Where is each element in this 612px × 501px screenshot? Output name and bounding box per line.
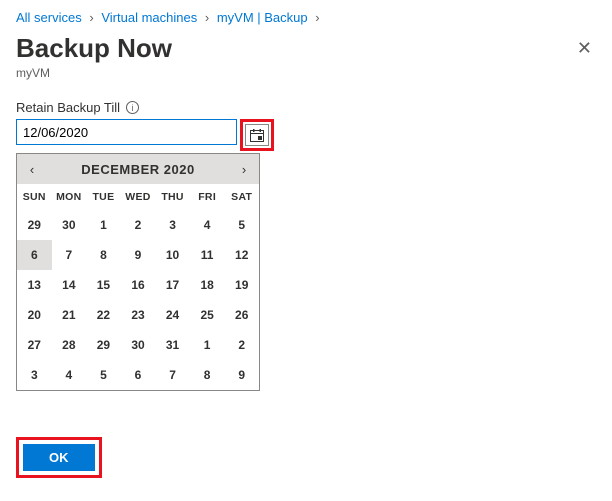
calendar-day[interactable]: 17 <box>155 270 190 300</box>
calendar-day[interactable]: 25 <box>190 300 225 330</box>
calendar-day[interactable]: 31 <box>155 330 190 360</box>
calendar-day[interactable]: 14 <box>52 270 87 300</box>
calendar-day[interactable]: 6 <box>121 360 156 390</box>
chevron-left-icon: ‹ <box>30 162 34 177</box>
calendar-dow-label: TUE <box>86 184 121 210</box>
calendar-day[interactable]: 16 <box>121 270 156 300</box>
breadcrumb-sep: › <box>89 10 93 25</box>
calendar-month-label: DECEMBER 2020 <box>81 162 194 177</box>
calendar-day[interactable]: 8 <box>190 360 225 390</box>
calendar-day[interactable]: 20 <box>17 300 52 330</box>
calendar-day[interactable]: 7 <box>155 360 190 390</box>
breadcrumb-sep: › <box>205 10 209 25</box>
calendar-day[interactable]: 4 <box>52 360 87 390</box>
calendar-day[interactable]: 22 <box>86 300 121 330</box>
highlight-box: OK <box>16 437 102 478</box>
calendar-day[interactable]: 21 <box>52 300 87 330</box>
calendar-day[interactable]: 30 <box>52 210 87 240</box>
calendar-day[interactable]: 4 <box>190 210 225 240</box>
calendar-day[interactable]: 12 <box>224 240 259 270</box>
ok-button[interactable]: OK <box>23 444 95 471</box>
page-title: Backup Now <box>16 33 172 64</box>
calendar-day[interactable]: 30 <box>121 330 156 360</box>
calendar-day[interactable]: 2 <box>121 210 156 240</box>
calendar-day[interactable]: 13 <box>17 270 52 300</box>
close-icon[interactable]: ✕ <box>573 34 596 63</box>
calendar-icon <box>250 129 264 142</box>
calendar-dow-label: MON <box>52 184 87 210</box>
breadcrumb-link[interactable]: All services <box>16 10 82 25</box>
retain-label: Retain Backup Till <box>16 100 120 115</box>
calendar-day[interactable]: 10 <box>155 240 190 270</box>
calendar-grid: SUNMONTUEWEDTHUFRISAT2930123456789101112… <box>17 184 259 390</box>
calendar-day[interactable]: 2 <box>224 330 259 360</box>
breadcrumb: All services › Virtual machines › myVM |… <box>16 10 596 25</box>
calendar-dow-label: SUN <box>17 184 52 210</box>
calendar-dow-label: SAT <box>224 184 259 210</box>
calendar-day[interactable]: 5 <box>224 210 259 240</box>
calendar-dow-label: WED <box>121 184 156 210</box>
calendar-day[interactable]: 15 <box>86 270 121 300</box>
calendar-day[interactable]: 18 <box>190 270 225 300</box>
calendar-day[interactable]: 8 <box>86 240 121 270</box>
calendar-day[interactable]: 3 <box>155 210 190 240</box>
calendar-next-button[interactable]: › <box>229 162 259 177</box>
breadcrumb-sep: › <box>315 10 319 25</box>
calendar-popup: ‹ DECEMBER 2020 › SUNMONTUEWEDTHUFRISAT 2… <box>16 153 260 391</box>
calendar-header: ‹ DECEMBER 2020 › <box>17 154 259 184</box>
calendar-day[interactable]: 6 <box>17 240 52 270</box>
calendar-day[interactable]: 23 <box>121 300 156 330</box>
page-subtitle: myVM <box>16 66 596 80</box>
calendar-day[interactable]: 11 <box>190 240 225 270</box>
calendar-day[interactable]: 29 <box>86 330 121 360</box>
chevron-right-icon: › <box>242 162 246 177</box>
calendar-dow-label: THU <box>155 184 190 210</box>
calendar-day[interactable]: 26 <box>224 300 259 330</box>
highlight-box <box>240 119 274 151</box>
calendar-day[interactable]: 9 <box>224 360 259 390</box>
calendar-day[interactable]: 5 <box>86 360 121 390</box>
calendar-day[interactable]: 19 <box>224 270 259 300</box>
calendar-day[interactable]: 24 <box>155 300 190 330</box>
calendar-day[interactable]: 9 <box>121 240 156 270</box>
calendar-day[interactable]: 7 <box>52 240 87 270</box>
calendar-button[interactable] <box>245 124 269 146</box>
calendar-dow-label: FRI <box>190 184 225 210</box>
calendar-day[interactable]: 1 <box>190 330 225 360</box>
breadcrumb-link[interactable]: Virtual machines <box>101 10 197 25</box>
retain-date-input[interactable] <box>16 119 237 145</box>
calendar-day[interactable]: 3 <box>17 360 52 390</box>
calendar-day[interactable]: 1 <box>86 210 121 240</box>
calendar-prev-button[interactable]: ‹ <box>17 162 47 177</box>
calendar-day[interactable]: 27 <box>17 330 52 360</box>
breadcrumb-link[interactable]: myVM | Backup <box>217 10 308 25</box>
info-icon[interactable]: i <box>126 101 139 114</box>
calendar-day[interactable]: 29 <box>17 210 52 240</box>
calendar-day[interactable]: 28 <box>52 330 87 360</box>
